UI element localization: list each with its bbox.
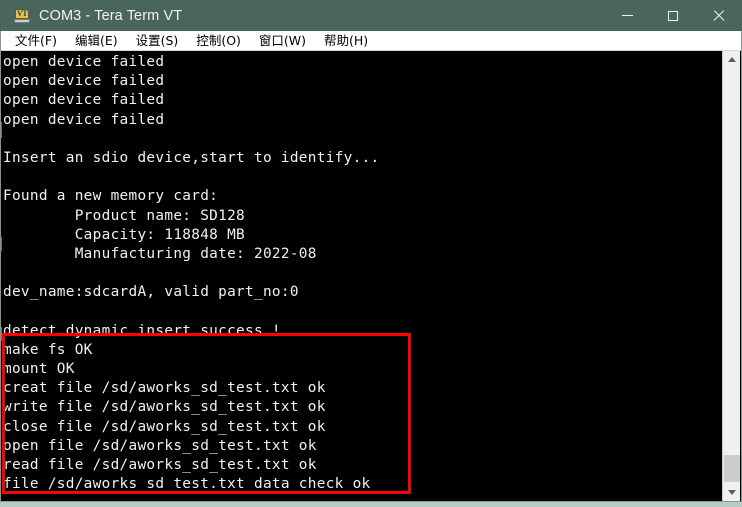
vertical-scrollbar[interactable]	[722, 51, 740, 501]
window-edge-left	[0, 31, 1, 507]
terminal-line: detect dynamic insert success !	[3, 322, 281, 339]
vt-icon-base	[14, 18, 30, 23]
window-edge-bottom	[0, 501, 742, 507]
terminal-line: creat file /sd/aworks_sd_test.txt ok	[3, 380, 326, 397]
scroll-down-button[interactable]	[723, 484, 740, 501]
scrollbar-thumb[interactable]	[724, 455, 740, 482]
terminal-line: write file /sd/aworks_sd_test.txt ok	[3, 399, 326, 416]
window-controls	[604, 0, 742, 31]
terminal-line: mount OK	[3, 361, 75, 377]
vt-icon-label: VT	[16, 8, 28, 18]
terminal-line: open device failed	[3, 92, 165, 109]
menu-item-edit[interactable]: 编辑(E)	[66, 31, 127, 50]
terminal-output[interactable]: open device failed open device failed open…	[0, 52, 722, 501]
chevron-down-icon	[727, 490, 736, 495]
tera-term-window: VT COM3 - Tera Term VT 文件(F) 编辑(E) 设置(S)…	[0, 0, 742, 507]
maximize-icon	[668, 10, 678, 21]
terminal-vt-icon: VT	[14, 8, 30, 24]
menu-item-help[interactable]: 帮助(H)	[315, 31, 377, 50]
title-bar[interactable]: VT COM3 - Tera Term VT	[0, 0, 742, 31]
terminal-line: open device failed	[3, 54, 165, 70]
menu-bar: 文件(F) 编辑(E) 设置(S) 控制(O) 窗口(W) 帮助(H)	[0, 31, 742, 51]
terminal-line: Insert an sdio device,start to identify.…	[3, 149, 380, 166]
scroll-up-button[interactable]	[723, 51, 740, 68]
terminal-line: open device failed	[3, 73, 165, 90]
terminal-line: open device failed	[3, 111, 165, 128]
close-button[interactable]	[696, 0, 742, 31]
menu-item-setup[interactable]: 设置(S)	[127, 31, 188, 50]
minimize-button[interactable]	[604, 0, 650, 31]
chevron-up-icon	[727, 57, 736, 62]
menu-item-window[interactable]: 窗口(W)	[250, 31, 315, 50]
window-title: COM3 - Tera Term VT	[39, 7, 183, 24]
close-icon	[713, 10, 725, 22]
terminal-line: open file /sd/aworks_sd_test.txt ok	[3, 437, 317, 454]
terminal-text: open device failed open device failed open…	[3, 53, 379, 494]
maximize-button[interactable]	[650, 0, 696, 31]
terminal-line: Product name: SD128	[3, 207, 246, 224]
terminal-line: dev_name:sdcardA, valid part_no:0	[3, 284, 299, 301]
terminal-line: Found a new memory card:	[3, 188, 219, 205]
terminal-line: Capacity: 118848 MB	[3, 226, 246, 243]
minimize-icon	[621, 15, 633, 16]
menu-item-file[interactable]: 文件(F)	[6, 31, 66, 50]
menu-item-control[interactable]: 控制(O)	[187, 31, 250, 50]
terminal-line: close file /sd/aworks_sd_test.txt ok	[3, 418, 326, 435]
terminal-line: Manufacturing date: 2022-08	[3, 245, 317, 262]
terminal-line: make fs OK	[3, 341, 93, 358]
terminal-line: file /sd/aworks_sd_test.txt data check o…	[3, 476, 371, 493]
terminal-line: read file /sd/aworks_sd_test.txt ok	[3, 456, 317, 473]
